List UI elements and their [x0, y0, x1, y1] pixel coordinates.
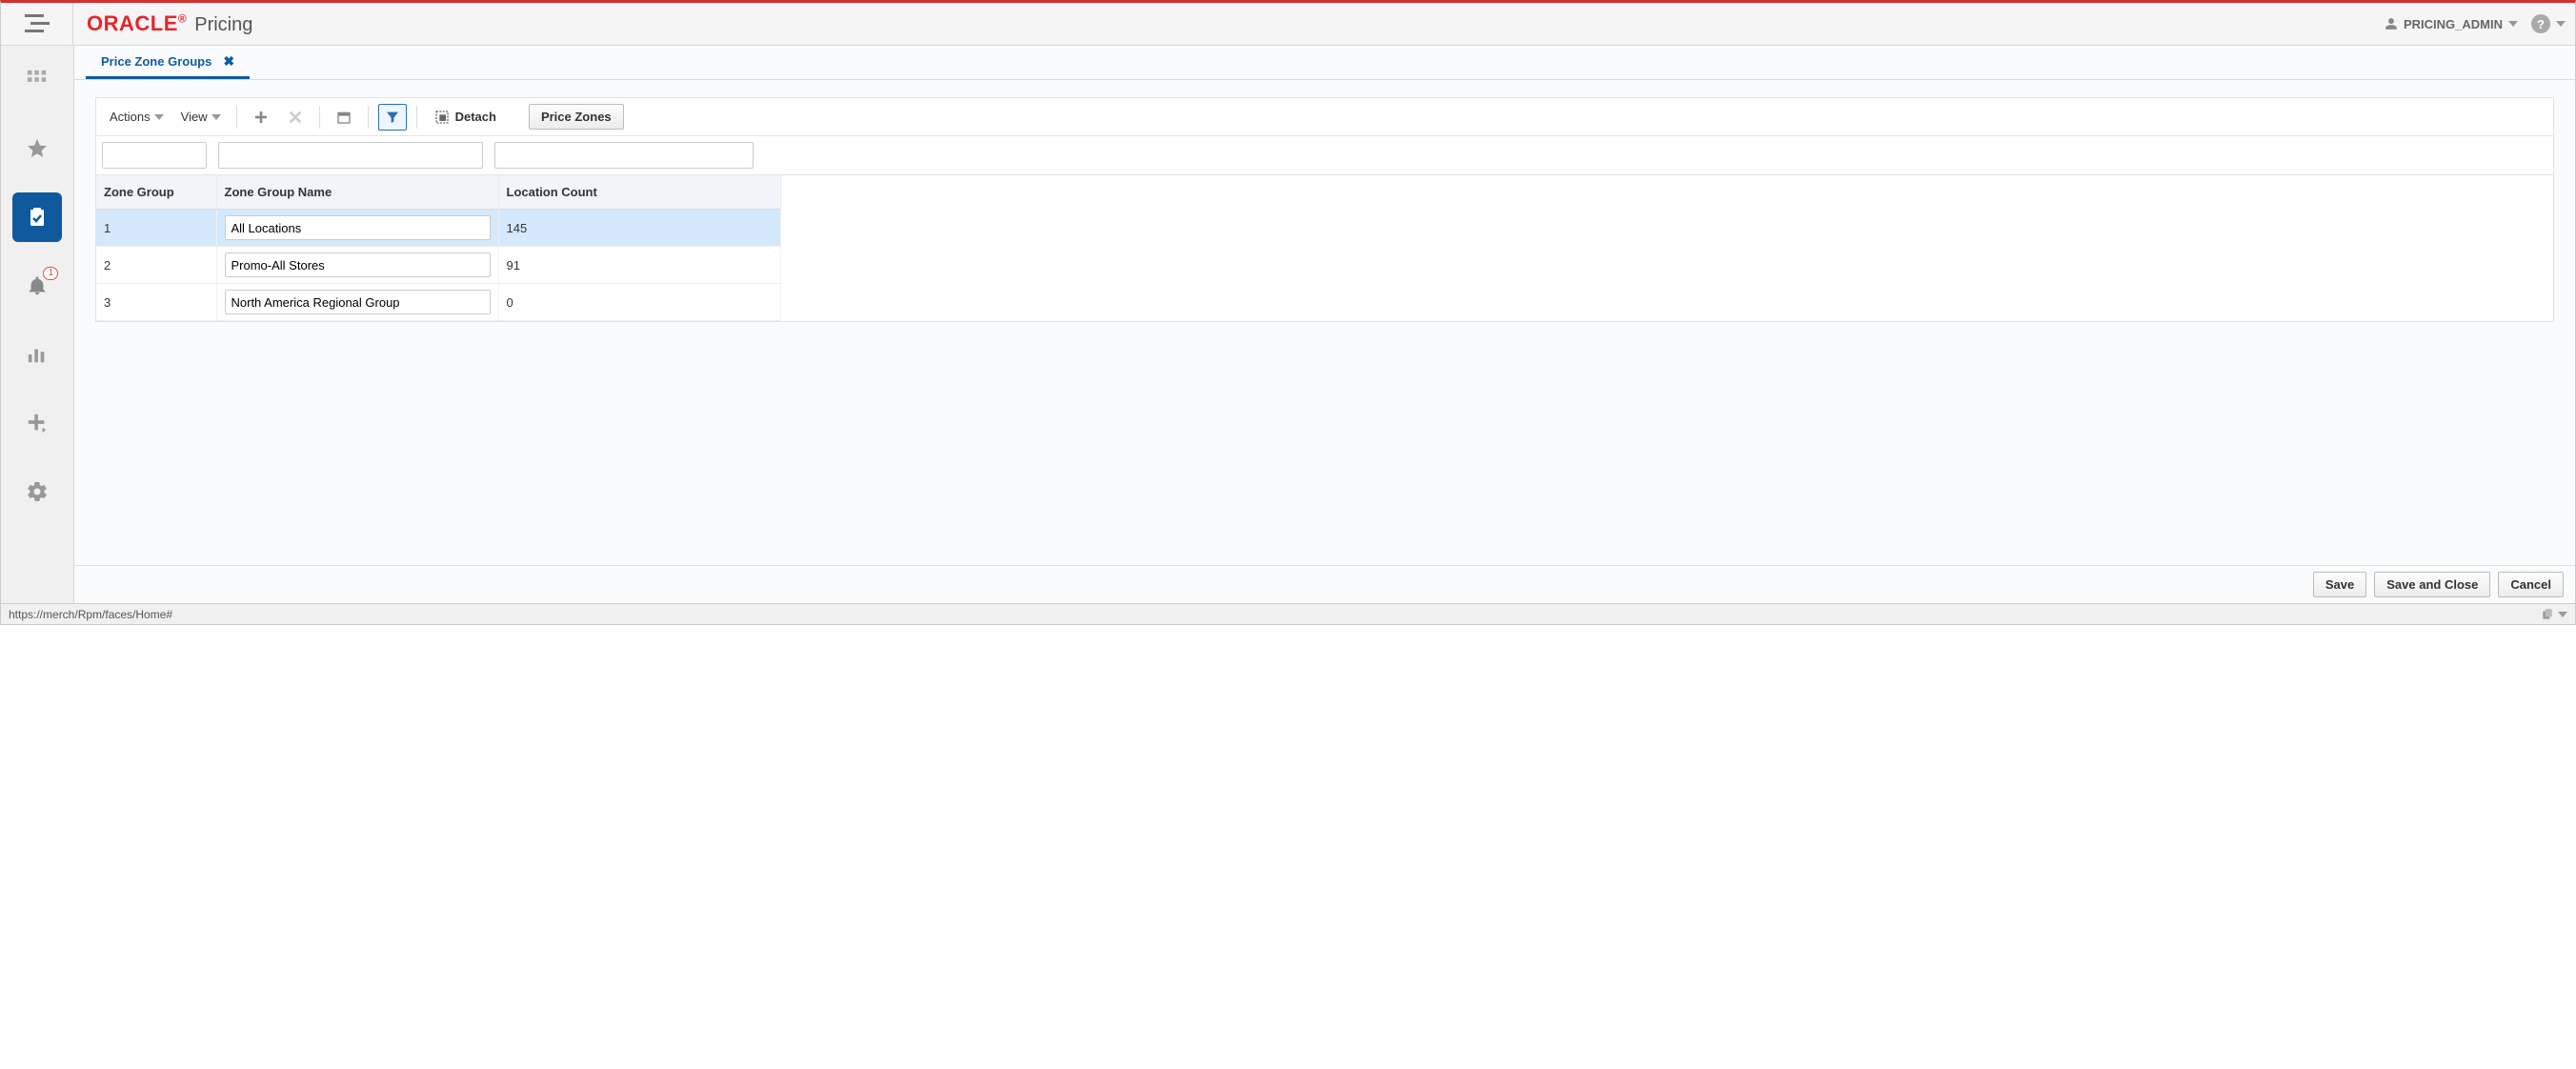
sidebar-item-notifications[interactable]: 1: [12, 261, 62, 311]
detach-icon: [434, 110, 450, 125]
col-header-location-count[interactable]: Location Count: [498, 175, 780, 210]
grid-icon: [27, 70, 48, 91]
user-menu[interactable]: PRICING_ADMIN ?: [2385, 14, 2566, 33]
zone-groups-table: Zone Group Zone Group Name Location Coun…: [96, 175, 781, 321]
body: 1 Price Zone Groups: [1, 46, 2575, 603]
cell-zone-group-name: [216, 284, 498, 321]
filter-zone-group[interactable]: [102, 142, 207, 169]
table-row[interactable]: 2 91: [96, 247, 780, 284]
hamburger-icon: [25, 14, 50, 33]
filter-toggle-button[interactable]: [378, 104, 407, 131]
plus-icon: [253, 110, 269, 125]
detach-button[interactable]: Detach: [427, 106, 504, 129]
tab-label: Price Zone Groups: [101, 54, 211, 69]
divider: [416, 106, 417, 129]
sidebar-item-favorites[interactable]: [12, 124, 62, 173]
clipboard-check-icon: [26, 206, 49, 229]
oracle-logo: ORACLE®: [87, 11, 187, 36]
cell-zone-group[interactable]: 1: [96, 210, 216, 247]
caret-down-icon: [2508, 21, 2518, 27]
status-bar: https://merch/Rpm/faces/Home#: [1, 603, 2575, 624]
save-and-close-button[interactable]: Save and Close: [2374, 572, 2490, 597]
zone-name-input[interactable]: [225, 215, 491, 240]
delete-row-button[interactable]: [281, 104, 310, 131]
sidebar-item-settings[interactable]: [12, 467, 62, 516]
cell-zone-group-name: [216, 247, 498, 284]
caret-down-icon: [2556, 21, 2566, 27]
help-icon[interactable]: ?: [2531, 14, 2550, 33]
sidebar-item-add[interactable]: [12, 398, 62, 448]
col-header-zone-group[interactable]: Zone Group: [96, 175, 216, 210]
panel: Actions View: [95, 97, 2554, 322]
hamburger-toggle[interactable]: [1, 3, 73, 45]
cell-location-count: 145: [498, 210, 780, 247]
sidebar-item-apps[interactable]: [12, 55, 62, 105]
zone-name-input[interactable]: [225, 252, 491, 277]
sidebar-item-tasks[interactable]: [12, 192, 62, 242]
notification-badge: 1: [43, 267, 58, 280]
plus-arrow-icon: [27, 413, 48, 434]
sidebar-item-reports[interactable]: [12, 330, 62, 379]
cell-zone-group[interactable]: 2: [96, 247, 216, 284]
divider: [319, 106, 320, 129]
cell-zone-group-name: [216, 210, 498, 247]
cell-location-count: 0: [498, 284, 780, 321]
cell-zone-group[interactable]: 3: [96, 284, 216, 321]
app-window: ORACLE® Pricing PRICING_ADMIN ?: [0, 0, 2576, 625]
clipboard-stack-icon: [2541, 608, 2554, 621]
caret-down-icon: [154, 114, 164, 120]
status-url: https://merch/Rpm/faces/Home#: [9, 608, 172, 621]
cancel-button[interactable]: Cancel: [2498, 572, 2564, 597]
main-area: Price Zone Groups ✖ Actions View: [74, 46, 2575, 603]
table-row[interactable]: 30: [96, 284, 780, 321]
clipboard-menu[interactable]: [2541, 608, 2567, 621]
tabs-row: Price Zone Groups ✖: [74, 46, 2575, 80]
table-toolbar: Actions View: [96, 98, 2553, 136]
caret-down-icon: [211, 114, 221, 120]
brand-area: ORACLE® Pricing: [73, 11, 252, 36]
table-header-row: Zone Group Zone Group Name Location Coun…: [96, 175, 780, 210]
view-menu[interactable]: View: [175, 106, 227, 128]
calendar-button[interactable]: [330, 104, 358, 131]
filter-location-count[interactable]: [494, 142, 754, 169]
divider: [368, 106, 369, 129]
content-wrap: Actions View: [74, 80, 2575, 565]
cell-location-count: 91: [498, 247, 780, 284]
x-icon: [288, 110, 303, 125]
price-zones-button[interactable]: Price Zones: [529, 104, 624, 130]
divider: [236, 106, 237, 129]
filter-zone-group-name[interactable]: [218, 142, 483, 169]
app-title: Pricing: [194, 14, 252, 36]
filter-row: [96, 136, 2553, 175]
close-icon[interactable]: ✖: [223, 53, 234, 70]
user-icon: [2385, 17, 2398, 30]
tab-price-zone-groups[interactable]: Price Zone Groups ✖: [86, 47, 250, 79]
table-row[interactable]: 1 145: [96, 210, 780, 247]
top-bar: ORACLE® Pricing PRICING_ADMIN ?: [1, 3, 2575, 46]
left-sidebar: 1: [1, 46, 74, 603]
col-header-zone-group-name[interactable]: Zone Group Name: [216, 175, 498, 210]
calendar-icon: [336, 110, 352, 125]
bar-chart-icon: [27, 344, 48, 365]
add-row-button[interactable]: [247, 104, 275, 131]
star-icon: [26, 137, 49, 160]
save-button[interactable]: Save: [2313, 572, 2366, 597]
funnel-icon: [385, 110, 400, 125]
footer: Save Save and Close Cancel: [74, 565, 2575, 603]
zone-name-input[interactable]: [225, 290, 491, 314]
username-label: PRICING_ADMIN: [2404, 17, 2503, 31]
caret-down-icon: [2558, 612, 2567, 617]
gear-icon: [26, 480, 49, 503]
actions-menu[interactable]: Actions: [104, 106, 170, 128]
